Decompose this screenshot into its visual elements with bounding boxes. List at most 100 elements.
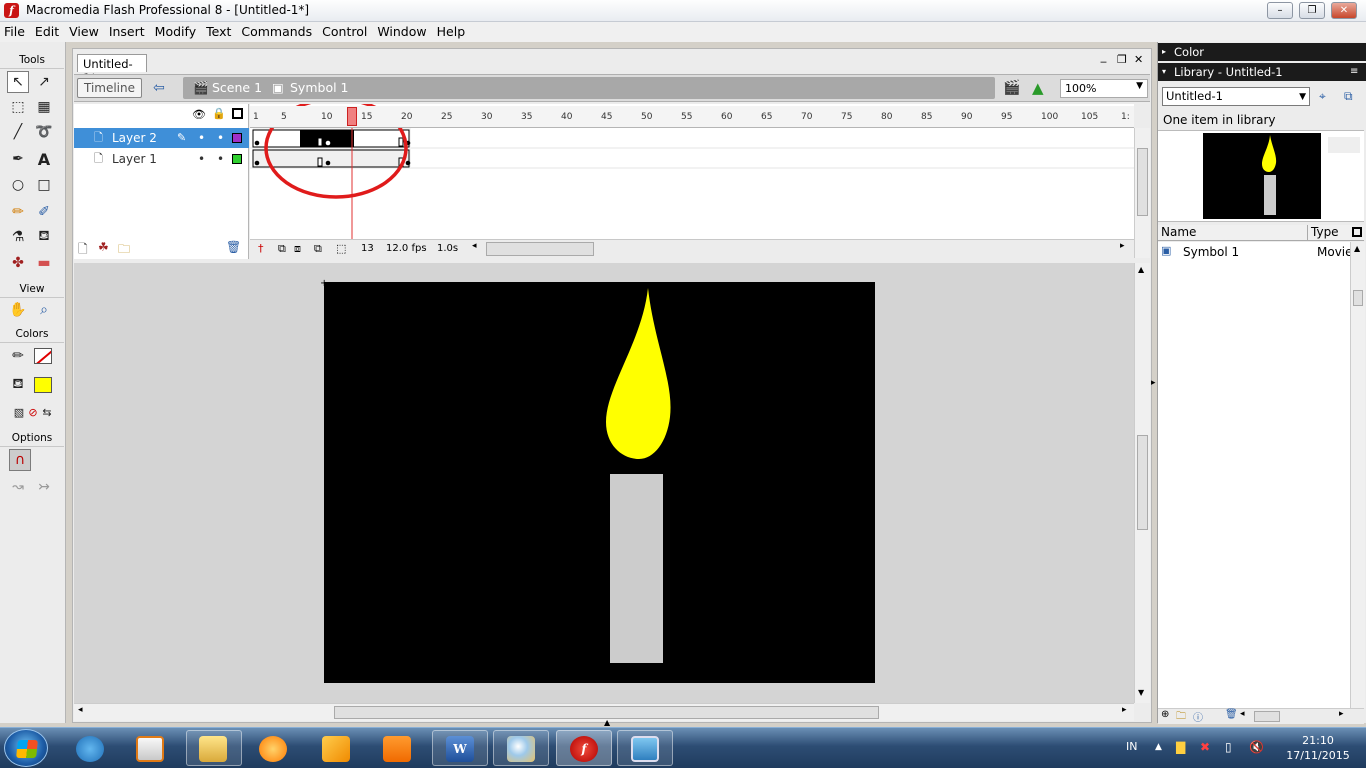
layer-name[interactable]: Layer 2: [112, 131, 157, 145]
edit-symbols-icon[interactable]: ▲: [1032, 79, 1044, 97]
add-layer-icon[interactable]: 🗋: [78, 240, 88, 261]
volume-icon[interactable]: 🔇: [1249, 740, 1264, 754]
fill-transform-tool-icon[interactable]: ▦: [33, 96, 55, 118]
menu-insert[interactable]: Insert: [105, 22, 149, 41]
edit-scene-icon[interactable]: 🎬: [1003, 80, 1020, 96]
document-tab[interactable]: Untitled-1*: [77, 54, 147, 85]
menu-text[interactable]: Text: [202, 22, 235, 41]
column-type[interactable]: Type: [1311, 225, 1339, 239]
scroll-right-icon[interactable]: ▸: [1120, 241, 1125, 251]
snap-magnet-icon[interactable]: ∩: [9, 449, 31, 471]
menu-help[interactable]: Help: [433, 22, 470, 41]
device-icon[interactable]: ▯: [1225, 740, 1232, 754]
free-transform-tool-icon[interactable]: ⬚: [7, 96, 29, 118]
doc-restore-icon[interactable]: ❐: [1117, 53, 1127, 66]
library-select[interactable]: Untitled-1 ▼: [1162, 87, 1310, 106]
new-symbol-icon[interactable]: ⊕: [1161, 709, 1169, 720]
list-item[interactable]: ▣ Symbol 1 Movie: [1158, 244, 1353, 262]
lasso-tool-icon[interactable]: ➰: [33, 121, 55, 143]
rectangle-tool-icon[interactable]: □: [33, 174, 55, 196]
zoom-select[interactable]: 100% ▼: [1060, 79, 1148, 98]
subselection-tool-icon[interactable]: ↗: [33, 71, 55, 93]
ink-bottle-tool-icon[interactable]: ⚗: [7, 226, 29, 248]
add-folder-icon[interactable]: 🗀: [118, 240, 130, 261]
lock-dot[interactable]: •: [217, 128, 224, 148]
layer-row[interactable]: 🗋 Layer 2 ✎ • •: [74, 128, 249, 148]
scroll-up-icon[interactable]: ▲: [1138, 265, 1144, 274]
library-scrollbar[interactable]: ▲: [1350, 242, 1365, 708]
timeline-vertical-scrollbar[interactable]: [1134, 128, 1150, 258]
column-name[interactable]: Name: [1161, 225, 1196, 239]
library-panel-header[interactable]: ▾ Library - Untitled-1 ≡: [1158, 63, 1366, 81]
onion-skin-icon[interactable]: ⧉: [278, 242, 286, 256]
orange-app-icon[interactable]: [259, 736, 287, 762]
modify-markers-icon[interactable]: ⬚: [336, 242, 346, 255]
layer-color-swatch[interactable]: [232, 133, 242, 143]
pen-tool-icon[interactable]: ✒: [7, 148, 29, 170]
panel-collapse-arrow-icon[interactable]: ▲: [604, 718, 610, 727]
doc-minimize-icon[interactable]: ‒: [1100, 55, 1107, 68]
scrollbar-thumb[interactable]: [1254, 711, 1280, 722]
trash-icon[interactable]: 🗑: [226, 240, 241, 254]
scrollbar-thumb[interactable]: [1137, 148, 1148, 216]
scroll-up-icon[interactable]: ▲: [1354, 244, 1360, 253]
uc-browser-icon[interactable]: [383, 736, 411, 762]
onion-outline-icon[interactable]: ⧈: [294, 242, 301, 256]
stage-canvas[interactable]: [324, 282, 875, 683]
layer-color-swatch[interactable]: [232, 154, 242, 164]
scrollbar-thumb[interactable]: [1137, 435, 1148, 530]
show-hidden-icons[interactable]: ▲: [1155, 742, 1162, 752]
media-player-icon[interactable]: [136, 736, 164, 762]
menu-control[interactable]: Control: [318, 22, 371, 41]
scrollbar-thumb[interactable]: [1353, 290, 1363, 306]
edit-multiple-icon[interactable]: ⧉: [314, 242, 322, 256]
text-tool-icon[interactable]: A: [33, 148, 55, 170]
pencil-tool-icon[interactable]: ✏: [7, 201, 29, 223]
lock-icon[interactable]: 🔒: [212, 107, 226, 120]
menu-edit[interactable]: Edit: [31, 22, 63, 41]
scroll-down-icon[interactable]: ▼: [1138, 688, 1144, 697]
clock[interactable]: 21:10 17/11/2015: [1280, 733, 1356, 763]
frame-ruler[interactable]: 1 5 10 15 20 25 30 35 40 45 50 55 60 65 70 75 80 85 90 95 10…: [250, 106, 1134, 128]
timeline-toggle-button[interactable]: Timeline: [77, 78, 142, 98]
hand-tool-icon[interactable]: ✋: [7, 299, 29, 321]
selection-tool-icon[interactable]: ↖: [7, 71, 29, 93]
photo-viewer-icon[interactable]: [631, 736, 659, 762]
file-explorer-icon[interactable]: [199, 736, 227, 762]
word-icon[interactable]: W: [446, 736, 474, 762]
paint-bucket-tool-icon[interactable]: ⛾: [33, 226, 55, 248]
fill-color-swatch[interactable]: [34, 377, 52, 393]
delete-icon[interactable]: 🗑: [1225, 709, 1238, 720]
flash-icon[interactable]: f: [570, 736, 598, 762]
swap-colors-icon[interactable]: ⇆: [36, 401, 58, 423]
layer-row[interactable]: 🗋 Layer 1 • •: [74, 149, 249, 169]
column-toggle-icon[interactable]: [1352, 227, 1362, 237]
oval-tool-icon[interactable]: ○: [7, 174, 29, 196]
paint-icon[interactable]: [507, 736, 535, 762]
playhead[interactable]: [347, 107, 357, 126]
restore-button[interactable]: ❐: [1299, 2, 1325, 19]
menu-commands[interactable]: Commands: [237, 22, 316, 41]
back-arrow-icon[interactable]: ⇦: [153, 80, 173, 96]
add-motion-guide-icon[interactable]: ☘: [98, 240, 109, 254]
eyedropper-tool-icon[interactable]: ✤: [7, 252, 29, 274]
visibility-dot[interactable]: •: [198, 128, 205, 148]
menu-view[interactable]: View: [65, 22, 103, 41]
panel-menu-icon[interactable]: ≡: [1350, 63, 1358, 81]
lock-dot[interactable]: •: [217, 149, 224, 169]
doc-close-icon[interactable]: ✕: [1134, 53, 1143, 66]
signal-icon[interactable]: ▇: [1176, 740, 1185, 754]
start-button[interactable]: [4, 729, 48, 767]
input-language[interactable]: IN: [1126, 740, 1137, 753]
flash-app-icon[interactable]: f: [4, 3, 19, 18]
new-library-panel-icon[interactable]: ⧉: [1344, 89, 1353, 104]
scroll-left-icon[interactable]: ◂: [472, 241, 477, 251]
properties-icon[interactable]: ⓘ: [1193, 709, 1203, 724]
panel-splitter-arrow-icon[interactable]: ▸: [1151, 378, 1156, 388]
visibility-dot[interactable]: •: [198, 149, 205, 169]
scroll-left-icon[interactable]: ◂: [1240, 709, 1245, 719]
menu-modify[interactable]: Modify: [151, 22, 200, 41]
preview-controls[interactable]: [1328, 137, 1360, 153]
network-error-icon[interactable]: ✖: [1200, 740, 1210, 754]
breadcrumb-scene[interactable]: Scene 1: [212, 80, 262, 95]
